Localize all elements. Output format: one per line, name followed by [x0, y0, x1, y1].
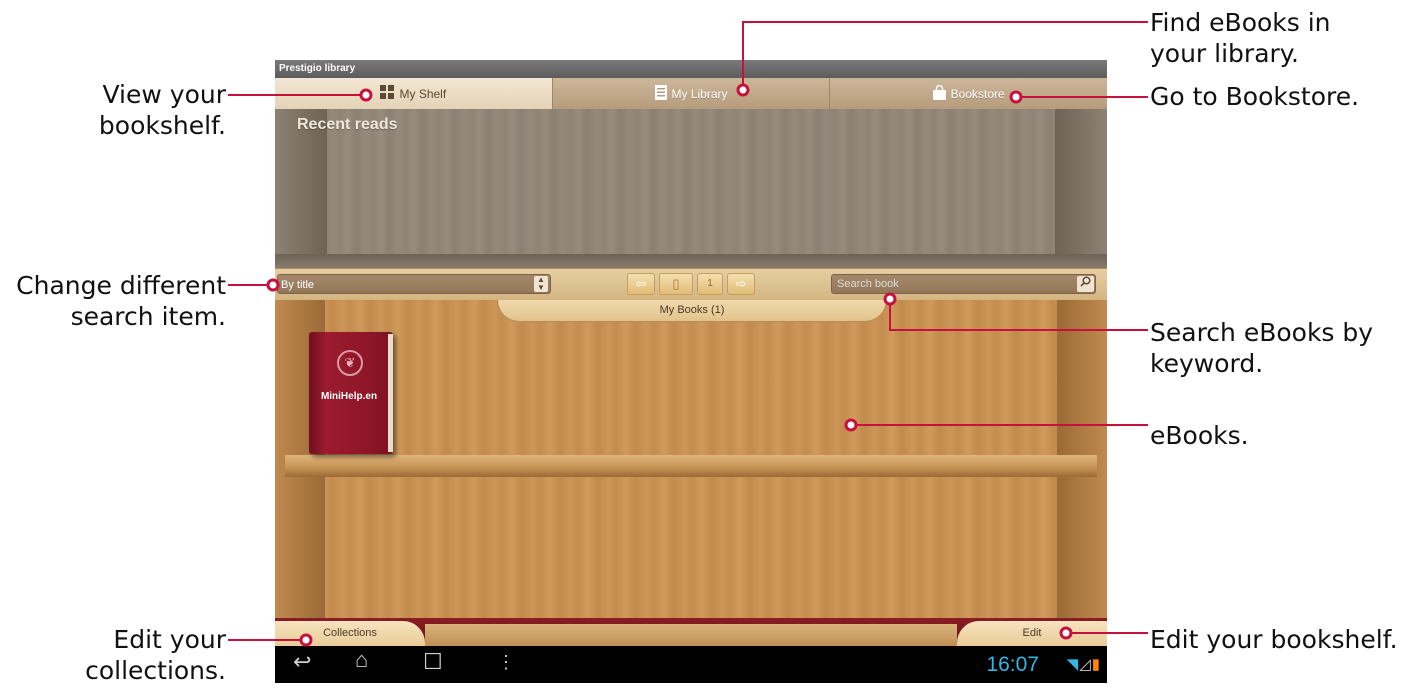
bottom-bar: Collections Edit [275, 618, 1107, 646]
android-nav-bar: ↩ ⌂ ☐ ⋮ 16:07 ◥◿▮ [275, 646, 1107, 683]
shelf-floor [275, 254, 1107, 268]
battery-icon: ▮ [1091, 656, 1101, 673]
tab-bookstore-label: Bookstore [950, 86, 1005, 101]
tab-bar: My Shelf My Library Bookstore [275, 78, 1107, 110]
edit-button[interactable]: Edit [957, 621, 1107, 646]
tab-bookstore[interactable]: Bookstore [830, 78, 1107, 109]
annotation-edit-collections: Edit your collections. [85, 625, 226, 685]
book-title: MiniHelp.en [320, 391, 378, 402]
page-number-label: 1 [707, 278, 713, 289]
list-icon [654, 84, 667, 103]
tab-my-library-label: My Library [671, 86, 728, 101]
app-title: Prestigio library [275, 60, 1107, 78]
search-toolbar: By title ▲ ▼ ⇦ ▯ 1 ⇨ Search book [275, 268, 1107, 301]
my-books-shelf: My Books (1) ❦ MiniHelp.en [275, 300, 1107, 618]
updown-arrows-icon: ▲ ▼ [534, 276, 548, 292]
search-icon [1080, 276, 1091, 287]
prev-page-button[interactable]: ⇦ [627, 273, 655, 295]
book-cover[interactable]: ❦ MiniHelp.en [309, 332, 393, 454]
recent-reads-shelf: Recent reads [275, 109, 1107, 268]
annotation-change-search: Change different search item. [16, 271, 226, 331]
collections-button[interactable]: Collections [275, 621, 425, 646]
annotation-find-library: Find eBooks in your library. [1150, 8, 1331, 68]
status-clock: 16:07 [986, 653, 1039, 676]
shield-emblem-icon: ❦ [337, 350, 363, 376]
tab-my-shelf-label: My Shelf [399, 86, 447, 101]
signal-icon: ◿ [1079, 656, 1092, 673]
search-placeholder: Search book [837, 278, 899, 290]
search-input[interactable]: Search book [831, 274, 1096, 294]
arrow-right-icon: ⇨ [735, 276, 747, 291]
annotation-search-keyword: Search eBooks by keyword. [1150, 318, 1374, 378]
shelf-label: My Books (1) [497, 300, 887, 322]
slider-handle-icon: ▯ [672, 276, 680, 291]
shelf-board [285, 455, 1097, 477]
annotation-bookstore: Go to Bookstore. [1150, 82, 1360, 111]
bottom-bar-wood [425, 624, 957, 646]
search-button[interactable] [1077, 276, 1094, 292]
grid-icon [380, 85, 395, 102]
menu-icon[interactable]: ⋮ [497, 652, 515, 673]
page-slider-handle[interactable]: ▯ [659, 273, 693, 295]
bag-icon [932, 84, 946, 103]
recent-reads-title: Recent reads [297, 116, 398, 133]
recent-apps-icon[interactable]: ☐ [423, 649, 443, 675]
status-icons: ◥◿▮ [1067, 655, 1101, 673]
home-icon[interactable]: ⌂ [355, 647, 368, 673]
back-icon[interactable]: ↩ [293, 649, 311, 675]
tab-my-library[interactable]: My Library [553, 78, 831, 109]
wifi-icon: ◥ [1066, 656, 1080, 673]
annotation-edit-shelf: Edit your bookshelf. [1150, 625, 1398, 654]
shelf-side-right [1055, 109, 1107, 268]
sort-select[interactable]: By title ▲ ▼ [277, 274, 551, 294]
tablet-screen: Prestigio library My Shelf My Library Bo… [275, 60, 1107, 683]
page-number: 1 [697, 273, 723, 295]
sort-select-value: By title [281, 279, 315, 291]
arrow-left-icon: ⇦ [635, 276, 647, 291]
annotation-view-shelf: View your bookshelf. [98, 80, 226, 140]
tab-my-shelf[interactable]: My Shelf [275, 78, 553, 109]
annotation-ebooks: eBooks. [1150, 421, 1249, 450]
next-page-button[interactable]: ⇨ [727, 273, 755, 295]
